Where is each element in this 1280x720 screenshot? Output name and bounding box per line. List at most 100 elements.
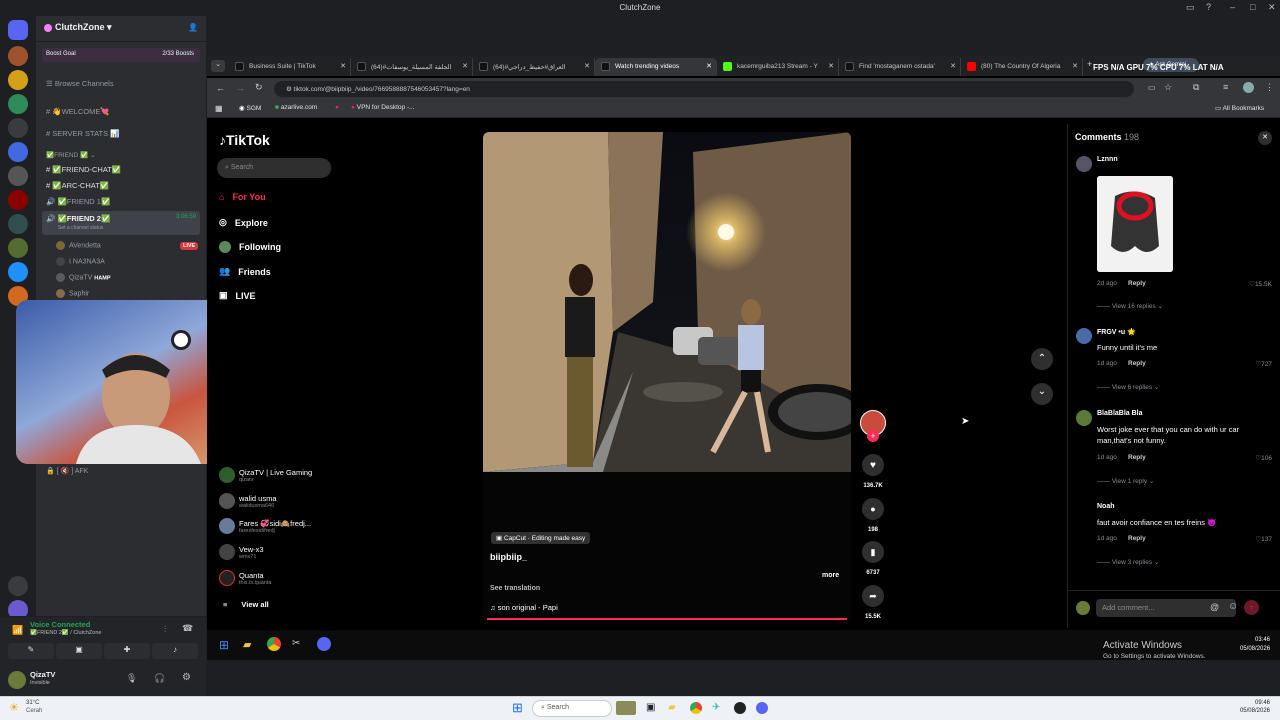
send-icon[interactable]: ↑ bbox=[1244, 600, 1259, 615]
comment-likes[interactable]: ♡727 bbox=[1255, 360, 1272, 368]
soundboard-button[interactable]: ♪ bbox=[152, 643, 198, 659]
tiktok-logo[interactable]: ♪TikTok bbox=[219, 132, 270, 148]
activities-button[interactable]: ✚ bbox=[104, 643, 150, 659]
tab[interactable]: Find 'mostaganem ostada' ✕ bbox=[839, 58, 961, 76]
discord-taskbar-icon[interactable] bbox=[317, 637, 331, 651]
nav-friends[interactable]: 👥 Friends bbox=[219, 266, 271, 277]
tab-close-icon[interactable]: ✕ bbox=[340, 62, 346, 70]
following-account[interactable]: QizaTV | Live Gaming qizatv bbox=[219, 467, 312, 483]
windows-start-icon[interactable]: ⊞ bbox=[219, 638, 229, 652]
reload-icon[interactable]: ↻ bbox=[255, 82, 263, 93]
nav-for-you[interactable]: ⌂ For You bbox=[219, 192, 266, 202]
server-icon[interactable] bbox=[8, 46, 28, 66]
view-replies[interactable]: —— View 3 replies ⌄ bbox=[1097, 558, 1159, 566]
chrome-icon[interactable] bbox=[690, 702, 702, 714]
chrome-icon[interactable] bbox=[267, 637, 281, 651]
server-icon[interactable] bbox=[8, 118, 28, 138]
bookmark[interactable]: ◉ SGM bbox=[239, 104, 261, 112]
reply-link[interactable]: Reply bbox=[1128, 280, 1146, 287]
minimize-icon[interactable]: – bbox=[1230, 2, 1235, 12]
bookmark-star-icon[interactable]: ☆ bbox=[1164, 82, 1172, 93]
mic-icon[interactable]: 🎙 bbox=[126, 673, 137, 684]
mention-icon[interactable]: @ bbox=[1210, 602, 1219, 612]
video-player[interactable]: ▣ CapCut · Editing made easy biipbiip_ S… bbox=[483, 132, 851, 621]
tab[interactable]: (80) The Country Of Algeria ✕ bbox=[961, 58, 1083, 76]
apps-grid-icon[interactable]: ▦ bbox=[215, 104, 223, 113]
server-icon[interactable] bbox=[8, 190, 28, 210]
reply-link[interactable]: Reply bbox=[1128, 360, 1146, 367]
discord-taskbar-icon[interactable] bbox=[756, 702, 768, 714]
channel-afk[interactable]: 🔒 [ 🔇 ] AFK bbox=[42, 464, 200, 479]
settings-gear-icon[interactable]: ⚙ bbox=[182, 672, 191, 683]
media-icon[interactable]: ≡ bbox=[1223, 82, 1228, 92]
headset-icon[interactable]: 🎧 bbox=[154, 673, 165, 684]
view-replies[interactable]: —— View 16 replies ⌄ bbox=[1097, 302, 1163, 310]
voice-user[interactable]: Saphir bbox=[56, 289, 89, 298]
close-comments-icon[interactable]: ✕ bbox=[1258, 131, 1272, 145]
video-author[interactable]: biipbiip_ bbox=[490, 552, 527, 562]
next-video-button[interactable]: ⌄ bbox=[1031, 383, 1053, 405]
server-icon[interactable] bbox=[8, 214, 28, 234]
tiktok-search-input[interactable]: ⌕ Search bbox=[217, 158, 331, 178]
progress-track[interactable] bbox=[487, 618, 847, 620]
view-all-link[interactable]: ≡ View all bbox=[219, 600, 269, 609]
channel-server-stats[interactable]: # SERVER STATS 📊 bbox=[42, 126, 200, 141]
comment-likes[interactable]: ♡137 bbox=[1255, 535, 1272, 543]
all-bookmarks[interactable]: ▭ All Bookmarks bbox=[1215, 104, 1264, 112]
avatar[interactable] bbox=[8, 671, 26, 689]
server-icon[interactable] bbox=[8, 70, 28, 90]
app-icon[interactable]: ✂ bbox=[292, 638, 300, 649]
tab[interactable]: kacemrguiba213 Stream - Y ✕ bbox=[717, 58, 839, 76]
url-field[interactable]: ⚙ tiktok.com/@biipbiip_/video/7669588887… bbox=[274, 81, 1134, 97]
server-icon[interactable] bbox=[8, 238, 28, 258]
app-icon[interactable] bbox=[616, 701, 636, 715]
tab-close-icon[interactable]: ✕ bbox=[584, 62, 590, 70]
server-icon[interactable] bbox=[8, 142, 28, 162]
bookmark[interactable]: ● bbox=[335, 104, 339, 111]
app-icon[interactable] bbox=[734, 702, 746, 714]
comment-button[interactable]: ● bbox=[862, 498, 884, 520]
noise-suppression-icon[interactable]: ⫶ bbox=[164, 624, 166, 635]
channel-arc-chat[interactable]: # ✅ARC-CHAT✅ bbox=[42, 178, 200, 193]
extensions-icon[interactable]: ⧉ bbox=[1193, 82, 1199, 93]
tab[interactable]: الجلفة المسيلة_يوسفات#(64) ✕ bbox=[351, 58, 473, 76]
more-link[interactable]: more bbox=[822, 572, 839, 579]
channel-status[interactable]: Set a channel status bbox=[58, 225, 196, 231]
channel-friend-chat[interactable]: # ✅FRIEND-CHAT✅ bbox=[42, 162, 200, 177]
voice-user[interactable]: AVendetta bbox=[56, 241, 101, 250]
view-replies[interactable]: —— View 1 reply ⌄ bbox=[1097, 477, 1154, 485]
file-explorer-icon[interactable]: ▰ bbox=[243, 638, 251, 651]
tab-close-icon[interactable]: ✕ bbox=[950, 62, 956, 70]
server-header[interactable]: ClutchZone ▾ 👤 bbox=[36, 16, 206, 42]
taskbar-search-input[interactable]: ⌕ Search bbox=[532, 700, 612, 717]
capcut-tag[interactable]: ▣ CapCut · Editing made easy bbox=[491, 532, 591, 544]
comment-likes[interactable]: ♡15.5K bbox=[1249, 280, 1272, 288]
like-button[interactable]: ♥ bbox=[862, 454, 884, 476]
tab-active[interactable]: Watch trending videos ✕ bbox=[595, 58, 717, 76]
bookmark[interactable]: ■ azarlive.com bbox=[275, 104, 317, 111]
tab-close-icon[interactable]: ✕ bbox=[706, 62, 712, 70]
nav-explore[interactable]: ◎ Explore bbox=[219, 217, 268, 228]
bookmark[interactable]: ● VPN for Desktop -... bbox=[351, 104, 415, 111]
category-friend[interactable]: ✅FRIEND ✅ ⌄ bbox=[42, 148, 200, 163]
nav-following[interactable]: Following bbox=[219, 241, 281, 253]
following-account[interactable]: Vew-x3 wmx71 bbox=[219, 544, 264, 560]
tab-close-icon[interactable]: ✕ bbox=[462, 62, 468, 70]
reply-link[interactable]: Reply bbox=[1128, 535, 1146, 542]
camera-button[interactable]: ✎ bbox=[8, 643, 54, 659]
prev-video-button[interactable]: ⌃ bbox=[1031, 348, 1053, 370]
menu-dots-icon[interactable]: ⋮ bbox=[1265, 82, 1274, 93]
new-tab-icon[interactable]: + bbox=[1087, 59, 1092, 69]
boost-goal-bar[interactable]: Boost Goal 2/33 Boosts bbox=[42, 48, 200, 62]
signal-icon[interactable]: 📶 bbox=[12, 625, 23, 636]
channel-browse[interactable]: ☰ Browse Channels bbox=[42, 76, 200, 91]
weather-icon[interactable]: ☀ bbox=[9, 701, 19, 714]
channel-friend-2[interactable]: 🔊 ✅FRIEND 2✅ 3:06:59 Set a channel statu… bbox=[42, 211, 200, 235]
emoji-icon[interactable]: ☺ bbox=[1228, 601, 1238, 612]
task-view-icon[interactable]: ▣ bbox=[646, 702, 655, 713]
channel-welcome[interactable]: # 👋WELCOME💘 bbox=[42, 104, 200, 119]
tab[interactable]: Business Suite | TikTok ✕ bbox=[229, 58, 351, 76]
discord-home-icon[interactable] bbox=[8, 20, 28, 40]
voice-channel-name[interactable]: ✅FRIEND 2✅ / ClutchZone bbox=[30, 630, 101, 636]
nav-live[interactable]: ▣ LIVE bbox=[219, 290, 256, 301]
